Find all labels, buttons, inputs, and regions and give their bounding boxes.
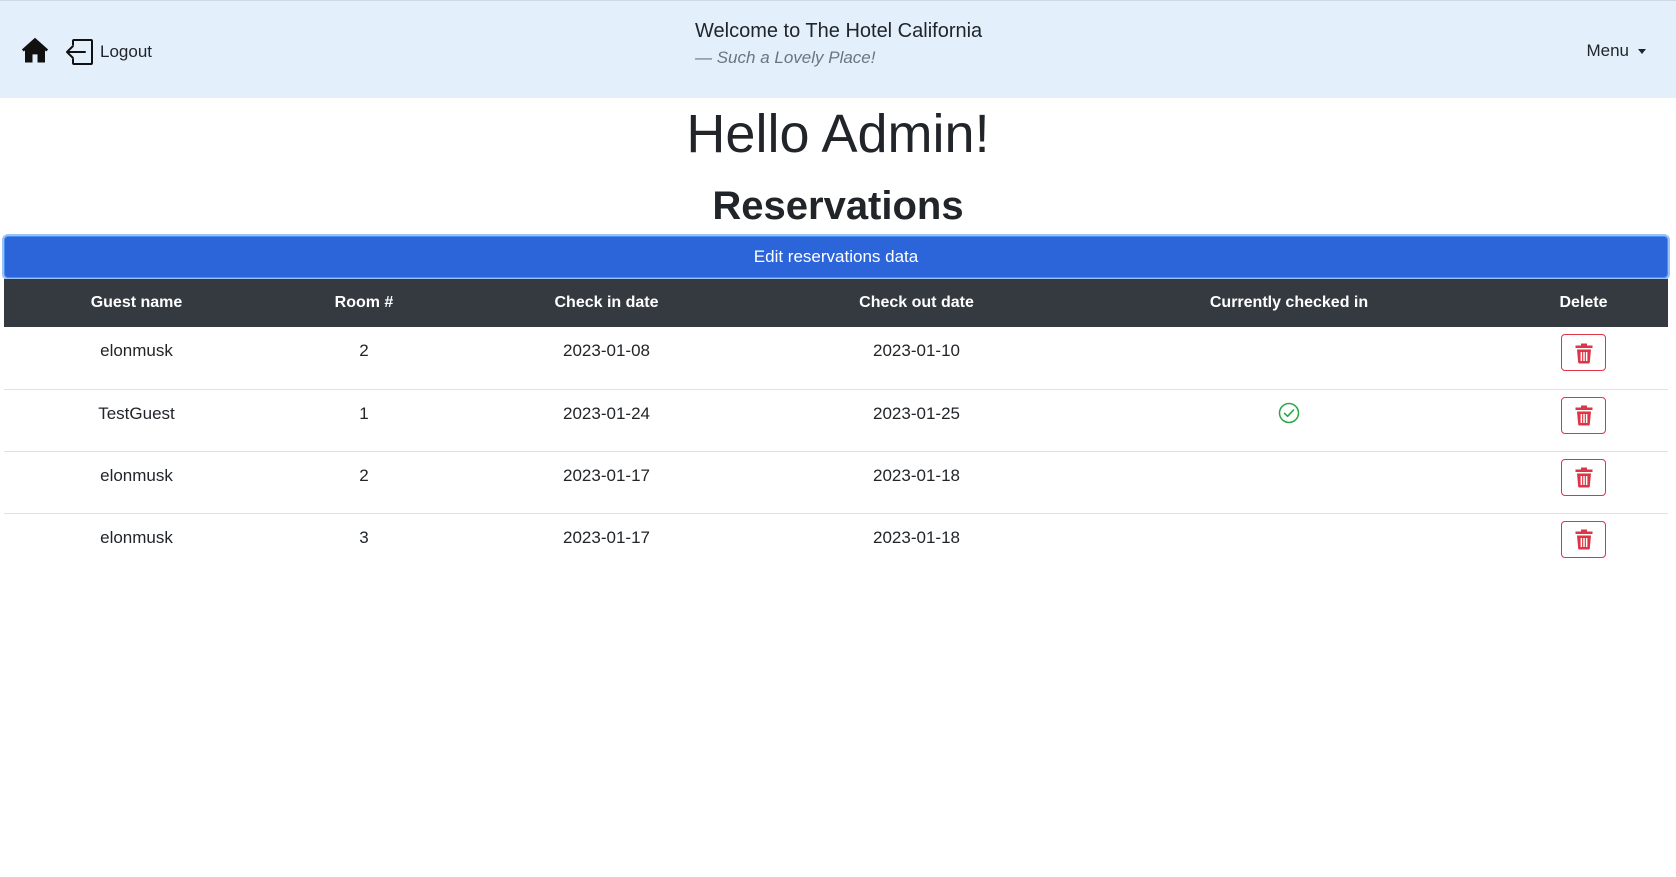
table-row: elonmusk 3 2023-01-17 2023-01-18 <box>4 513 1668 575</box>
column-header-checked-in: Currently checked in <box>1079 279 1499 327</box>
guest-name-cell: elonmusk <box>100 527 173 547</box>
delete-cell <box>1499 327 1668 390</box>
column-header-guest-name: Guest name <box>4 279 269 327</box>
check-in-cell: 2023-01-17 <box>459 451 754 514</box>
site-subtitle: — Such a Lovely Place! <box>695 48 876 67</box>
guest-name-cell: elonmusk <box>4 451 269 514</box>
home-icon <box>21 37 49 63</box>
logout-icon <box>66 39 93 65</box>
checked-in-cell <box>1079 389 1499 452</box>
column-header-delete: Delete <box>1499 279 1668 327</box>
menu-label: Menu <box>1586 41 1629 60</box>
delete-button[interactable] <box>1561 520 1606 558</box>
home-button[interactable] <box>20 35 50 65</box>
section-title: Reservations <box>712 184 964 228</box>
check-out-cell: 2023-01-18 <box>754 451 1079 514</box>
checked-in-cell <box>1079 327 1499 390</box>
menu-dropdown-button[interactable]: Menu <box>1586 41 1646 61</box>
guest-name-cell: TestGuest <box>4 389 269 452</box>
delete-button[interactable] <box>1561 458 1606 496</box>
logout-button[interactable]: Logout <box>64 37 152 67</box>
delete-cell <box>1499 451 1668 514</box>
trash-icon <box>1575 529 1592 550</box>
check-out-cell: 2023-01-18 <box>873 527 960 547</box>
caret-down-icon <box>1638 48 1646 54</box>
trash-icon <box>1575 343 1592 363</box>
check-in-cell: 2023-01-24 <box>459 389 754 452</box>
column-header-check-in: Check in date <box>459 279 754 327</box>
edit-reservations-button[interactable]: Edit reservations data <box>4 236 1668 278</box>
greeting-heading: Hello Admin! <box>686 104 990 164</box>
check-out-cell: 2023-01-10 <box>754 327 1079 390</box>
trash-icon <box>1575 467 1592 488</box>
site-title: Welcome to The Hotel California <box>695 20 983 42</box>
guest-name-cell: elonmusk <box>4 327 269 390</box>
column-header-check-out: Check out date <box>754 279 1079 327</box>
table-row: TestGuest 1 2023-01-24 2023-01-25 <box>4 389 1668 452</box>
table-row: elonmusk 2 2023-01-17 2023-01-18 <box>4 451 1668 514</box>
room-cell: 3 <box>359 527 369 547</box>
check-out-cell: 2023-01-25 <box>754 389 1079 452</box>
room-cell: 2 <box>269 451 459 514</box>
delete-cell <box>1499 389 1668 452</box>
delete-button[interactable] <box>1561 334 1606 371</box>
check-in-cell: 2023-01-17 <box>563 527 650 547</box>
logout-label: Logout <box>100 42 152 61</box>
table-header-row: Guest name Room # Check in date Check ou… <box>4 279 1668 327</box>
checked-in-cell <box>1079 513 1499 575</box>
checked-in-cell <box>1079 451 1499 514</box>
delete-cell <box>1499 513 1668 575</box>
brand: Welcome to The Hotel California — Such a… <box>695 18 982 70</box>
trash-icon <box>1575 405 1592 426</box>
delete-button[interactable] <box>1561 396 1606 434</box>
reservations-table: Guest name Room # Check in date Check ou… <box>4 279 1668 575</box>
navbar: Logout Welcome to The Hotel California —… <box>0 0 1676 98</box>
check-in-cell: 2023-01-08 <box>459 327 754 390</box>
room-cell: 1 <box>269 389 459 452</box>
check-circle-icon <box>1278 402 1300 423</box>
room-cell: 2 <box>269 327 459 390</box>
table-row: elonmusk 2 2023-01-08 2023-01-10 <box>4 327 1668 390</box>
column-header-room: Room # <box>269 279 459 327</box>
